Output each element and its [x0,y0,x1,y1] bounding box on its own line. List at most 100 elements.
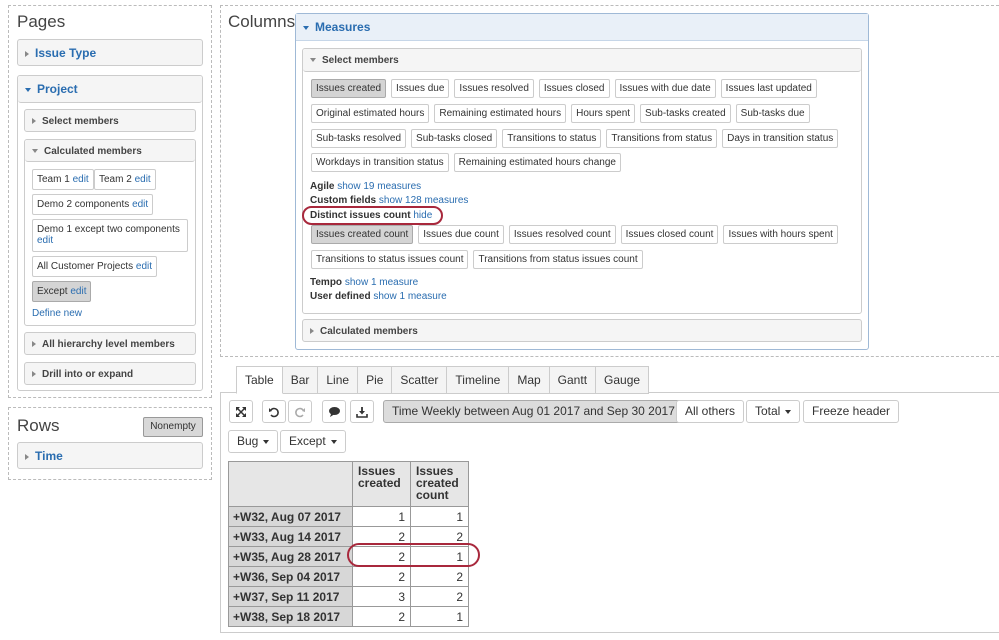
measure-issues-due[interactable]: Issues due [391,79,450,98]
expand-plus-icon[interactable]: + [233,590,240,604]
comment-icon [328,406,340,417]
tab-line[interactable]: Line [318,366,359,394]
row-header[interactable]: +W33, Aug 14 2017 [228,526,353,547]
member-all-customer-projects[interactable]: All Customer Projects edit [32,256,158,277]
undo-button[interactable] [262,400,286,423]
edit-link[interactable]: edit [37,235,53,246]
calculated-members-header[interactable]: Calculated members [25,140,195,162]
comments-button[interactable] [322,400,346,423]
all-others-button[interactable]: All others [676,400,745,423]
member-demo-1-except[interactable]: Demo 1 except two components edit [32,219,188,252]
tab-table[interactable]: Table [236,366,283,394]
time-label[interactable]: Time [35,449,63,463]
tempo-show-link[interactable]: show 1 measure [345,277,418,288]
freeze-header-button[interactable]: Freeze header [803,400,900,423]
measure-transitions-to-status[interactable]: Transitions to status [502,129,602,148]
measure-transitions-to-status-count[interactable]: Transitions to status issues count [311,250,469,269]
nonempty-button[interactable]: Nonempty [143,417,203,437]
column-header-issues-created[interactable]: Issues created [352,461,411,507]
rows-title: Rows [17,416,60,435]
edit-link[interactable]: edit [73,174,89,185]
select-members-toggle[interactable]: Select members [24,109,196,132]
except-dropdown[interactable]: Except [280,430,346,453]
agile-label: Agile [310,181,335,192]
measures-select-header[interactable]: Select members [303,49,861,72]
measure-issues-closed-count[interactable]: Issues closed count [620,225,719,244]
measure-issues-with-hours-spent[interactable]: Issues with hours spent [723,225,838,244]
measure-issues-with-due-date[interactable]: Issues with due date [614,79,716,98]
measure-issues-created[interactable]: Issues created [311,79,387,98]
user-defined-show-link[interactable]: show 1 measure [373,291,446,302]
measure-issues-resolved-count[interactable]: Issues resolved count [508,225,616,244]
distinct-measure-row: Transitions to status issues count Trans… [311,250,643,269]
redo-button[interactable] [288,400,312,423]
measure-original-estimated-hours[interactable]: Original estimated hours [311,104,430,123]
measure-remaining-estimated-hours[interactable]: Remaining estimated hours [434,104,567,123]
expand-plus-icon[interactable]: + [233,550,240,564]
measure-sub-tasks-resolved[interactable]: Sub-tasks resolved [311,129,407,148]
user-defined-group: User defined show 1 measure [310,291,447,302]
tab-scatter[interactable]: Scatter [392,366,448,394]
edit-link[interactable]: edit [70,286,86,297]
agile-show-link[interactable]: show 19 measures [337,181,421,192]
row-header[interactable]: +W37, Sep 11 2017 [228,586,353,607]
measure-transitions-from-status-count[interactable]: Transitions from status issues count [473,250,643,269]
tab-bar[interactable]: Bar [282,366,319,394]
define-new-link[interactable]: Define new [32,308,82,319]
measure-issues-created-count[interactable]: Issues created count [311,225,414,244]
tab-map[interactable]: Map [509,366,550,394]
tab-gantt[interactable]: Gantt [549,366,597,394]
expand-plus-icon[interactable]: + [233,510,240,524]
member-demo-2-components[interactable]: Demo 2 components edit [32,194,154,215]
issue-type-label[interactable]: Issue Type [35,46,96,60]
custom-fields-show-link[interactable]: show 128 measures [379,195,469,206]
total-dropdown[interactable]: Total [746,400,801,423]
row-header[interactable]: +W32, Aug 07 2017 [228,506,353,527]
export-button[interactable] [350,400,374,423]
issue-type-dimension[interactable]: Issue Type [17,39,203,66]
project-header[interactable]: Project [18,76,202,103]
measure-issues-resolved[interactable]: Issues resolved [454,79,534,98]
distinct-highlight-oval [302,206,443,225]
measure-transitions-from-status[interactable]: Transitions from status [606,129,718,148]
member-team-2[interactable]: Team 2 edit [94,169,156,190]
member-name: Team 1 [37,174,70,185]
bug-dropdown[interactable]: Bug [228,430,279,453]
measure-remaining-estimated-hours-change[interactable]: Remaining estimated hours change [453,153,621,172]
measure-sub-tasks-created[interactable]: Sub-tasks created [640,104,731,123]
drill-toggle[interactable]: Drill into or expand [24,362,196,385]
member-team-1[interactable]: Team 1 edit [32,169,94,190]
edit-link[interactable]: edit [135,174,151,185]
row-header[interactable]: +W38, Sep 18 2017 [228,606,353,627]
all-hierarchy-toggle[interactable]: All hierarchy level members [24,332,196,355]
measure-days-in-transition-status[interactable]: Days in transition status [722,129,839,148]
tab-timeline[interactable]: Timeline [447,366,510,394]
time-filter-button[interactable]: Time Weekly between Aug 01 2017 and Sep … [383,400,684,423]
measure-issues-last-updated[interactable]: Issues last updated [720,79,817,98]
row-header[interactable]: +W35, Aug 28 2017 [228,546,353,567]
tab-pie[interactable]: Pie [358,366,393,394]
measure-sub-tasks-due[interactable]: Sub-tasks due [735,104,810,123]
expand-plus-icon[interactable]: + [233,570,240,584]
measure-workdays-in-transition-status[interactable]: Workdays in transition status [311,153,449,172]
expand-plus-icon[interactable]: + [233,610,240,624]
measures-label[interactable]: Measures [315,20,370,34]
calculated-members-panel: Calculated members Team 1 edit Team 2 ed… [24,139,196,326]
measure-issues-closed[interactable]: Issues closed [538,79,610,98]
tab-gauge[interactable]: Gauge [596,366,650,394]
project-label[interactable]: Project [37,82,78,96]
measure-sub-tasks-closed[interactable]: Sub-tasks closed [411,129,498,148]
column-header-issues-created-count[interactable]: Issues created count [410,461,469,507]
row-header-label: W38, Sep 18 2017 [240,609,341,624]
member-except[interactable]: Except edit [32,281,92,302]
measures-header[interactable]: Measures [296,14,868,41]
fullscreen-button[interactable] [229,400,253,423]
edit-link[interactable]: edit [136,261,152,272]
measure-hours-spent[interactable]: Hours spent [571,104,636,123]
time-dimension[interactable]: Time [17,442,203,469]
measures-calculated-toggle[interactable]: Calculated members [302,319,862,342]
edit-link[interactable]: edit [132,199,148,210]
row-header[interactable]: +W36, Sep 04 2017 [228,566,353,587]
measure-issues-due-count[interactable]: Issues due count [418,225,504,244]
expand-plus-icon[interactable]: + [233,530,240,544]
